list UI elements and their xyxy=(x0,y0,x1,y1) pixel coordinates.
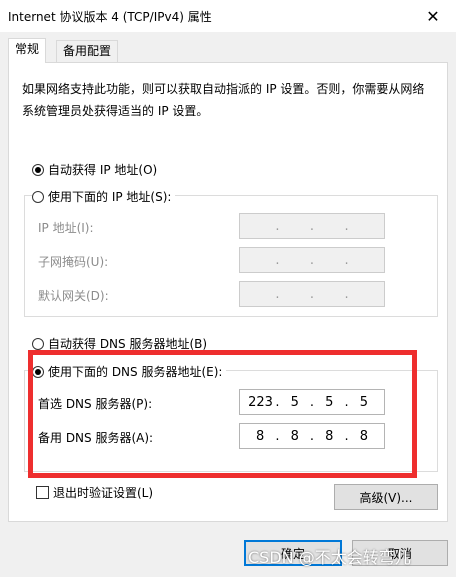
title-bar: Internet 协议版本 4 (TCP/IPv4) 属性 ✕ xyxy=(0,0,456,32)
octet-separator: . xyxy=(309,428,315,444)
subnet-mask-label: 子网掩码(U): xyxy=(38,255,109,269)
octet: 8 xyxy=(290,428,299,444)
ip-address-input[interactable]: . . . xyxy=(239,213,385,239)
radio-auto-dns[interactable]: 自动获得 DNS 服务器地址(B) xyxy=(32,335,207,352)
octet-separator: . xyxy=(344,286,349,302)
radio-indicator xyxy=(32,163,44,176)
alternate-dns-input[interactable]: 8. 8. 8. 8 xyxy=(239,423,385,449)
octet-separator: . xyxy=(344,394,349,410)
dns-group-box xyxy=(24,370,438,472)
radio-auto-ip[interactable]: 自动获得 IP 地址(O) xyxy=(32,161,157,178)
radio-manual-ip[interactable]: 使用下面的 IP 地址(S): xyxy=(32,188,176,205)
preferred-dns-label: 首选 DNS 服务器(P): xyxy=(38,397,153,411)
octet-separator: . xyxy=(275,286,280,302)
window-title: Internet 协议版本 4 (TCP/IPv4) 属性 xyxy=(8,10,212,24)
radio-manual-dns-label: 使用下面的 DNS 服务器地址(E): xyxy=(48,365,223,379)
radio-auto-dns-label: 自动获得 DNS 服务器地址(B) xyxy=(48,337,208,351)
tab-general[interactable]: 常规 xyxy=(8,38,47,63)
default-gateway-input[interactable]: . . . xyxy=(239,281,385,307)
octet: 8 xyxy=(359,428,368,444)
radio-indicator xyxy=(32,337,44,350)
radio-manual-ip-label: 使用下面的 IP 地址(S): xyxy=(48,190,172,204)
octet-separator: . xyxy=(275,252,280,268)
description-text: 如果网络支持此功能，则可以获取自动指派的 IP 设置。否则，你需要从网络系统管理… xyxy=(22,82,425,118)
octet-separator: . xyxy=(344,252,349,268)
subnet-mask-input[interactable]: . . . xyxy=(239,247,385,273)
octet: 8 xyxy=(325,428,334,444)
octet: 8 xyxy=(256,428,265,444)
octet: 5 xyxy=(325,394,334,410)
validate-on-exit-checkbox[interactable]: 退出时验证设置(L) xyxy=(36,484,153,501)
advanced-button[interactable]: 高级(V)... xyxy=(334,484,438,510)
octet: 5 xyxy=(359,394,368,410)
octet-separator: . xyxy=(309,286,315,302)
alternate-dns-label: 备用 DNS 服务器(A): xyxy=(38,431,154,445)
octet-separator: . xyxy=(309,252,315,268)
octet-separator: . xyxy=(309,218,315,234)
octet-separator: . xyxy=(344,428,349,444)
radio-indicator xyxy=(32,365,44,378)
preferred-dns-input[interactable]: 223. 5. 5. 5 xyxy=(239,389,385,415)
validate-on-exit-label: 退出时验证设置(L) xyxy=(53,486,154,500)
octet-separator: . xyxy=(275,218,280,234)
radio-auto-ip-label: 自动获得 IP 地址(O) xyxy=(48,163,158,177)
octet: 5 xyxy=(290,394,299,410)
tab-alternate-configuration[interactable]: 备用配置 xyxy=(56,40,119,62)
radio-indicator xyxy=(32,190,44,203)
default-gateway-label: 默认网关(D): xyxy=(38,289,109,303)
ip-address-label: IP 地址(I): xyxy=(38,221,94,235)
octet: 223 xyxy=(248,394,273,410)
octet-separator: . xyxy=(275,394,280,410)
watermark-text: CSDN @不太会转弯儿 xyxy=(248,548,411,567)
octet-separator: . xyxy=(275,428,280,444)
octet-separator: . xyxy=(344,218,349,234)
close-icon[interactable]: ✕ xyxy=(410,0,456,32)
octet-separator: . xyxy=(309,394,315,410)
radio-manual-dns[interactable]: 使用下面的 DNS 服务器地址(E): xyxy=(32,363,227,380)
checkbox-indicator xyxy=(36,486,49,499)
